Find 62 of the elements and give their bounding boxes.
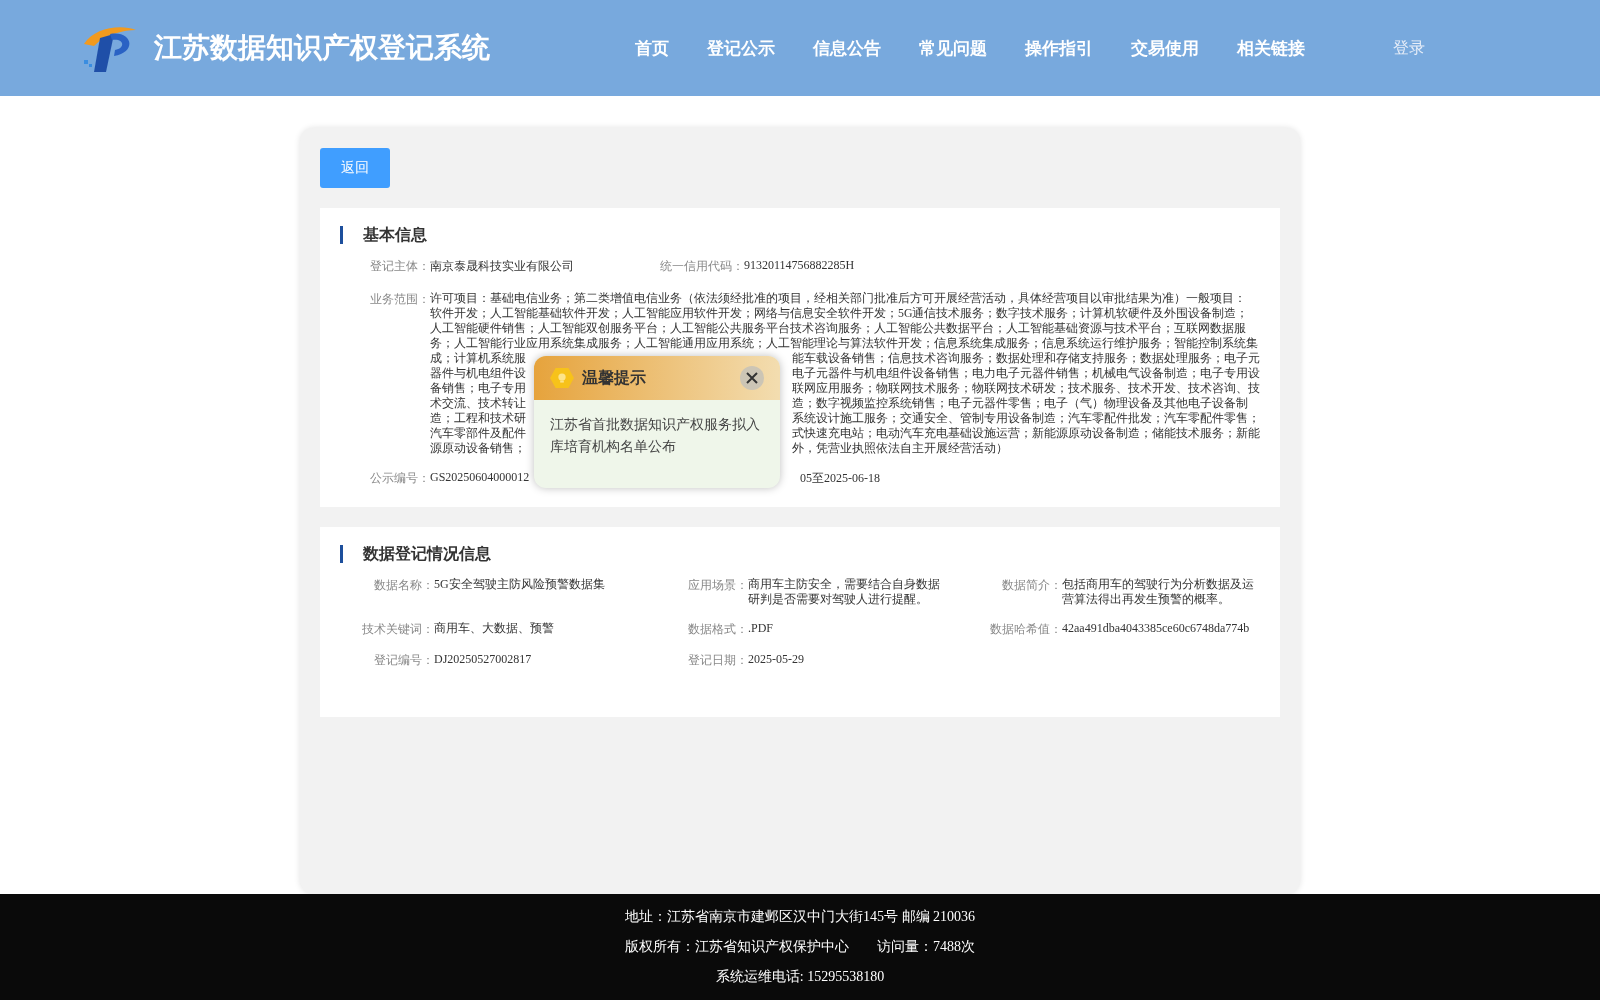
section-title: 数据登记情况信息 [340, 545, 1260, 563]
scope-text-line: 造；数字视频监控系统销售；电子元器件零售；电子（气）物理设备及其他电子设备制 [792, 396, 1249, 411]
field-value: 包括商用车的驾驶行为分析数据及运营算法得出再发生预警的概率。 [1062, 577, 1255, 607]
field-value: 商用车主防安全，需要结合自身数据研判是否需要对驾驶人进行提醒。 [748, 577, 941, 607]
field-label: 应用场景： [687, 577, 748, 594]
close-icon [746, 372, 758, 384]
nav-link[interactable]: 常见问题 [919, 32, 987, 64]
back-button[interactable]: 返回 [320, 148, 390, 188]
field-label: 登记主体： [370, 258, 430, 275]
scope-text-line: 备销售；电子专用 [430, 381, 526, 396]
footer-text: 系统运维电话: 15295538180 [715, 968, 885, 986]
field-label: 业务范围： [370, 291, 430, 308]
footer-text: 地址：江苏省南京市建邺区汉中门大街145号 邮编 210036 [625, 908, 975, 926]
field-label: 登记日期： [687, 652, 748, 669]
scope-text-line: 术交流、技术转让 [430, 396, 526, 411]
field-label: 公示编号： [370, 470, 430, 487]
field-label: 技术关键词： [361, 621, 434, 638]
field-label: 数据哈希值： [989, 621, 1062, 638]
scope-text-line: 成；计算机系统服 [430, 351, 526, 366]
scope-text-line: 外，凭营业执照依法自主开展经营活动） [792, 441, 1009, 456]
nav-link[interactable]: 相关链接 [1237, 32, 1305, 64]
nav-link[interactable]: 交易使用 [1131, 32, 1199, 64]
section-title: 基本信息 [340, 226, 1260, 244]
scope-text-line: 务；人工智能行业应用系统集成服务；人工智能通用应用系统；人工智能理论与算法软件开发；信息系统集成服务；信息系统运行维护服务；智能控制系统集 [430, 336, 1259, 351]
field-value: DJ20250527002817 [434, 652, 533, 668]
nav-link[interactable]: 信息公告 [813, 32, 881, 64]
scope-text-line: 电子元器件与机电组件设备销售；电力电子元器件销售；机械电气设备制造；电子专用设 [792, 366, 1260, 381]
scope-text-line: 许可项目：基础电信业务；第二类增值电信业务（依法须经批准的项目，经相关部门批准后方可开展经营活动，具体经营项目以审批结果为准）一般项目： [430, 291, 1247, 306]
field-value: 05至2025-06-18 [800, 470, 880, 487]
scope-text-line: 汽车零部件及配件 [430, 426, 526, 441]
field-value: 南京泰晟科技实业有限公司 [430, 258, 574, 275]
field-label: 数据名称： [373, 577, 434, 594]
footer-text: 版权所有：江苏省知识产权保护中心 访问量：7488次 [625, 938, 975, 956]
field-value: 2025-05-29 [748, 652, 805, 668]
field-label: 数据简介： [1001, 577, 1062, 594]
close-button[interactable] [740, 366, 764, 390]
popup-message[interactable]: 江苏省首批数据知识产权服务拟入库培育机构名单公布 [534, 400, 780, 488]
field-value: 42aa491dba4043385ce60c6748da774b [1062, 621, 1251, 637]
bulb-icon [550, 367, 574, 389]
scope-text-line: 造；工程和技术研 [430, 411, 526, 426]
nav-link[interactable]: 操作指引 [1025, 32, 1093, 64]
field-label: 数据格式： [687, 621, 748, 638]
site-title: 江苏数据知识产权登记系统 [154, 31, 490, 65]
scope-text-line: 人工智能硬件销售；人工智能双创服务平台；人工智能公共服务平台技术咨询服务；人工智能公共数据平台；人工智能基础资源与技术平台；互联网数据服 [430, 321, 1247, 336]
scope-text-line: 源原动设备销售； [430, 441, 526, 456]
field-value: 91320114756882285H [744, 258, 855, 274]
field-value: 商用车、大数据、预警 [434, 621, 555, 637]
scope-text-line: 联网应用服务；物联网技术服务；物联网技术研发；技术服务、技术开发、技术咨询、技 [792, 381, 1260, 396]
popup-title: 温馨提示 [582, 367, 647, 388]
login-link[interactable]: 登录 [1393, 37, 1425, 59]
scope-text-line: 能车载设备销售；信息技术咨询服务；数据处理和存储支持服务；数据处理服务；电子元 [792, 351, 1260, 366]
scope-text-line: 器件与机电组件设 [430, 366, 526, 381]
field-label: 统一信用代码： [660, 258, 744, 275]
scope-text-line: 系统设计施工服务；交通安全、管制专用设备制造；汽车零配件批发；汽车零配件零售； [792, 411, 1260, 426]
nav-link[interactable]: 首页 [635, 32, 669, 64]
field-value: 5G安全驾驶主防风险预警数据集 [434, 577, 606, 593]
field-label: 登记编号： [373, 652, 434, 669]
field-value: .PDF [748, 621, 774, 637]
scope-text-line: 软件开发；人工智能基础软件开发；人工智能应用软件开发；网络与信息安全软件开发；5G通信技术服务；数字技术服务；计算机软硬件及外围设备制造； [430, 306, 1250, 321]
scope-text-line: 式快速充电站；电动汽车充电基础设施运营；新能源原动设备制造；储能技术服务；新能 [792, 426, 1260, 441]
field-value: GS20250604000012 [430, 470, 530, 486]
nav-link[interactable]: 登记公示 [707, 32, 775, 64]
